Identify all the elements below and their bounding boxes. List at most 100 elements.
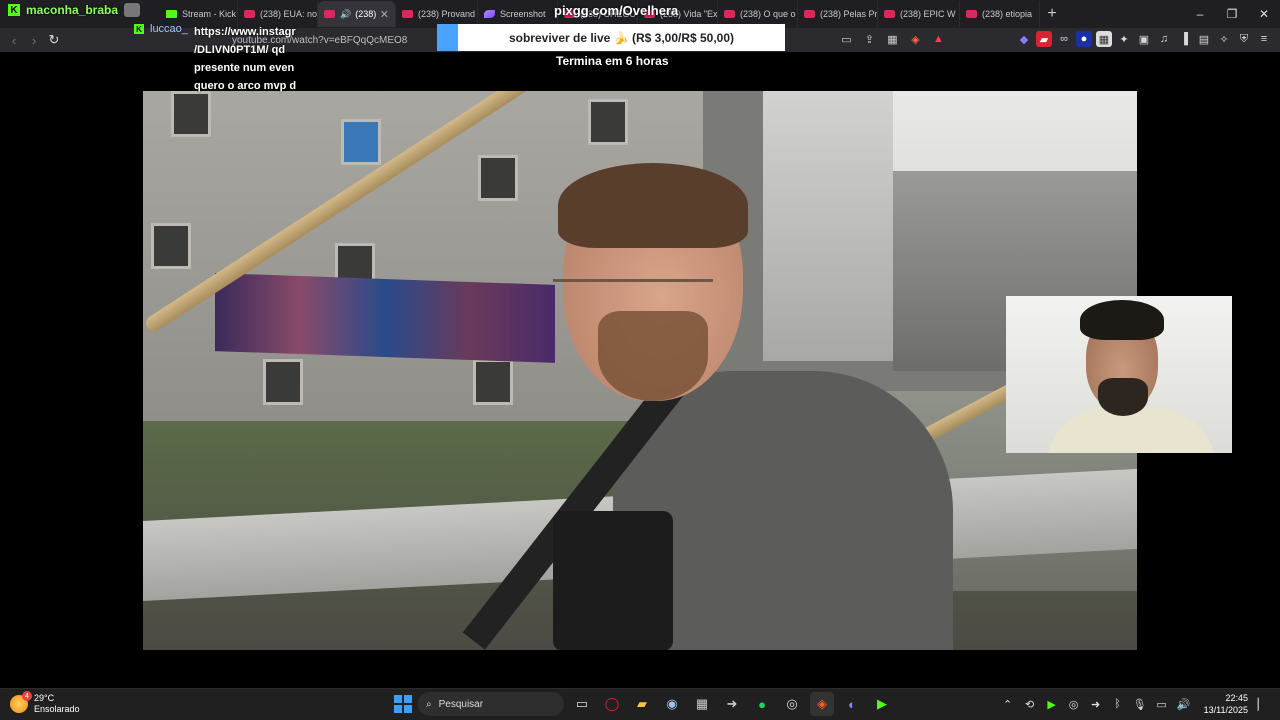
network-icon[interactable]: ▭ bbox=[1154, 698, 1170, 711]
tab-active[interactable]: 🔊 (238) ✕ bbox=[318, 1, 396, 27]
discord-icon[interactable]: ◐ bbox=[840, 692, 864, 716]
chrome-icon[interactable]: ◎ bbox=[780, 692, 804, 716]
search-placeholder: Pesquisar bbox=[438, 698, 484, 710]
youtube-icon bbox=[324, 10, 335, 18]
address-bar-actions: ▭ ⇪ ▦ ◈ ▲ bbox=[838, 30, 947, 48]
brave-rewards-icon[interactable]: ▲ bbox=[930, 30, 947, 48]
sync-icon[interactable]: ⟲ bbox=[1022, 698, 1038, 711]
new-tab-button[interactable]: + bbox=[1040, 5, 1064, 23]
kick-icon: K bbox=[134, 24, 144, 34]
bluetooth-icon[interactable]: ᛒ bbox=[1110, 698, 1126, 710]
webcam-beard bbox=[1098, 378, 1148, 416]
minimize-button[interactable]: – bbox=[1184, 0, 1216, 28]
tab-etiopia[interactable]: (238) etiopia bbox=[960, 1, 1040, 27]
building-window bbox=[473, 359, 513, 405]
pen-icon bbox=[484, 10, 495, 18]
arrow-icon[interactable]: ➜ bbox=[1088, 698, 1104, 711]
vpn-icon[interactable]: ⛨ bbox=[1236, 31, 1252, 47]
cast-icon[interactable]: ▭ bbox=[838, 30, 855, 48]
chat-user-1: K maconha_braba bbox=[8, 3, 141, 17]
video-person-glasses bbox=[553, 279, 713, 319]
brave-shield-icon[interactable]: ◈ bbox=[907, 30, 924, 48]
chat-message: https://www.instagr /DLIVN0PT1M/ qd pres… bbox=[194, 23, 298, 95]
tab-label: Screenshot bbox=[500, 9, 546, 19]
forward-icon[interactable]: › bbox=[24, 33, 44, 48]
back-icon[interactable]: ‹ bbox=[4, 33, 24, 48]
steam-icon[interactable]: ◉ bbox=[660, 692, 684, 716]
weather-widget[interactable]: 4 29°C Ensolarado bbox=[10, 691, 80, 715]
gamepad-icon[interactable]: ◎ bbox=[1066, 698, 1082, 711]
extension-leaf-icon[interactable]: ◆ bbox=[1016, 31, 1032, 47]
grid-icon[interactable]: ▦ bbox=[884, 30, 901, 48]
screenshot-icon[interactable]: ▣ bbox=[1136, 31, 1152, 47]
building-window bbox=[478, 155, 518, 201]
chat-message-line: /DLIVN0PT1M/ qd bbox=[194, 44, 286, 56]
taskbar-apps: ⌕ Pesquisar ▭ ◯ ▰ ◉ ▦ ➜ ● ◎ ◈ ◐ ▶ bbox=[394, 692, 894, 716]
extension-blue-icon[interactable]: ● bbox=[1076, 31, 1092, 47]
extension-grid-icon[interactable]: ▦ bbox=[1096, 31, 1112, 47]
youtube-icon bbox=[884, 10, 895, 18]
app-arrow-icon[interactable]: ➜ bbox=[720, 692, 744, 716]
tab-pelas[interactable]: (238) Pelas Pr bbox=[798, 1, 878, 27]
desktop-screen: Stream - Kick (238) EUA: no 🔊 (238) ✕ (238… bbox=[0, 0, 1280, 720]
video-player[interactable] bbox=[143, 91, 1137, 650]
pix-goal-fill bbox=[437, 24, 458, 51]
sun-icon: 4 bbox=[10, 691, 32, 713]
menu-icon[interactable]: ≡ bbox=[1256, 31, 1272, 47]
youtube-icon bbox=[966, 10, 977, 18]
youtube-icon bbox=[244, 10, 255, 18]
kick-app-icon[interactable]: ▶ bbox=[870, 692, 894, 716]
video-person-hair bbox=[558, 163, 748, 248]
file-explorer-icon[interactable]: ▰ bbox=[630, 692, 654, 716]
app-grid-icon[interactable]: ▦ bbox=[690, 692, 714, 716]
building-window bbox=[171, 91, 211, 137]
system-tray: ⌃ ⟲ ▶ ◎ ➜ ᛒ 🎙 ▭ 🔊 22:45 13/11/2025 ▏ bbox=[1000, 692, 1270, 716]
restore-button[interactable]: ❐ bbox=[1216, 0, 1248, 28]
weather-badge: 4 bbox=[22, 691, 32, 701]
tab-label: Stream - Kick bbox=[182, 9, 237, 19]
spotify-icon[interactable]: ● bbox=[750, 692, 774, 716]
task-view-icon[interactable]: ▭ bbox=[570, 692, 594, 716]
windows-start-icon[interactable] bbox=[394, 695, 412, 713]
chat-username: maconha_braba bbox=[26, 3, 119, 17]
play-icon[interactable]: ▶ bbox=[1044, 698, 1060, 711]
window-controls: – ❐ ✕ bbox=[1184, 0, 1280, 28]
clock[interactable]: 22:45 13/11/2025 bbox=[1204, 692, 1248, 716]
extension-red-icon[interactable]: ▰ bbox=[1036, 31, 1052, 47]
brave-icon[interactable]: ◈ bbox=[810, 692, 834, 716]
sidebar-icon[interactable]: ▐ bbox=[1176, 31, 1192, 47]
weather-text: 29°C Ensolarado bbox=[34, 693, 80, 715]
video-scene-building bbox=[763, 91, 893, 361]
taskbar-search[interactable]: ⌕ Pesquisar bbox=[418, 692, 564, 716]
media-icon[interactable]: ♫ bbox=[1156, 31, 1172, 47]
kick-icon bbox=[166, 10, 177, 18]
speaker-icon[interactable]: 🔊 bbox=[340, 9, 351, 20]
video-scene-banner bbox=[215, 273, 555, 363]
share-icon[interactable]: ⇪ bbox=[861, 30, 878, 48]
chevron-up-icon[interactable]: ⌃ bbox=[1000, 698, 1016, 711]
mic-icon[interactable]: 🎙 bbox=[1132, 698, 1148, 711]
youtube-icon bbox=[402, 10, 413, 18]
opera-icon[interactable]: ◯ bbox=[600, 692, 624, 716]
notification-icon[interactable]: ▏ bbox=[1254, 698, 1270, 711]
close-window-button[interactable]: ✕ bbox=[1248, 0, 1280, 28]
puzzle-icon[interactable]: ✦ bbox=[1116, 31, 1132, 47]
pix-goal-text: sobreviver de live 🍌 (R$ 3,00/R$ 50,00) bbox=[508, 30, 735, 45]
tab-epic[interactable]: (238) EPIC W bbox=[878, 1, 960, 27]
chat-message-line: presente num even bbox=[194, 62, 295, 74]
wallet-icon[interactable]: ▤ bbox=[1196, 31, 1212, 47]
tab-label: (238) EPIC W bbox=[900, 9, 956, 19]
pix-goal-bar: sobreviver de live 🍌 (R$ 3,00/R$ 50,00) bbox=[437, 24, 785, 51]
extension-glasses-icon[interactable]: ∞ bbox=[1056, 31, 1072, 47]
tab-label: (238) Pelas Pr bbox=[820, 9, 878, 19]
building-window bbox=[151, 223, 191, 269]
close-tab-icon[interactable]: ✕ bbox=[380, 8, 389, 21]
leo-ai-icon[interactable]: ✧ bbox=[1216, 31, 1232, 47]
windows-taskbar: 4 29°C Ensolarado ⌕ Pesquisar ▭ ◯ ▰ ◉ ▦ … bbox=[0, 688, 1280, 720]
volume-icon[interactable]: 🔊 bbox=[1176, 698, 1192, 711]
weather-temp: 29°C bbox=[34, 693, 55, 703]
pix-title: pixgg.com/Ovelhera bbox=[554, 3, 679, 18]
chat-username: luccao_ bbox=[150, 23, 188, 35]
reload-icon[interactable]: ↻ bbox=[44, 32, 64, 48]
kick-icon: K bbox=[8, 4, 20, 16]
